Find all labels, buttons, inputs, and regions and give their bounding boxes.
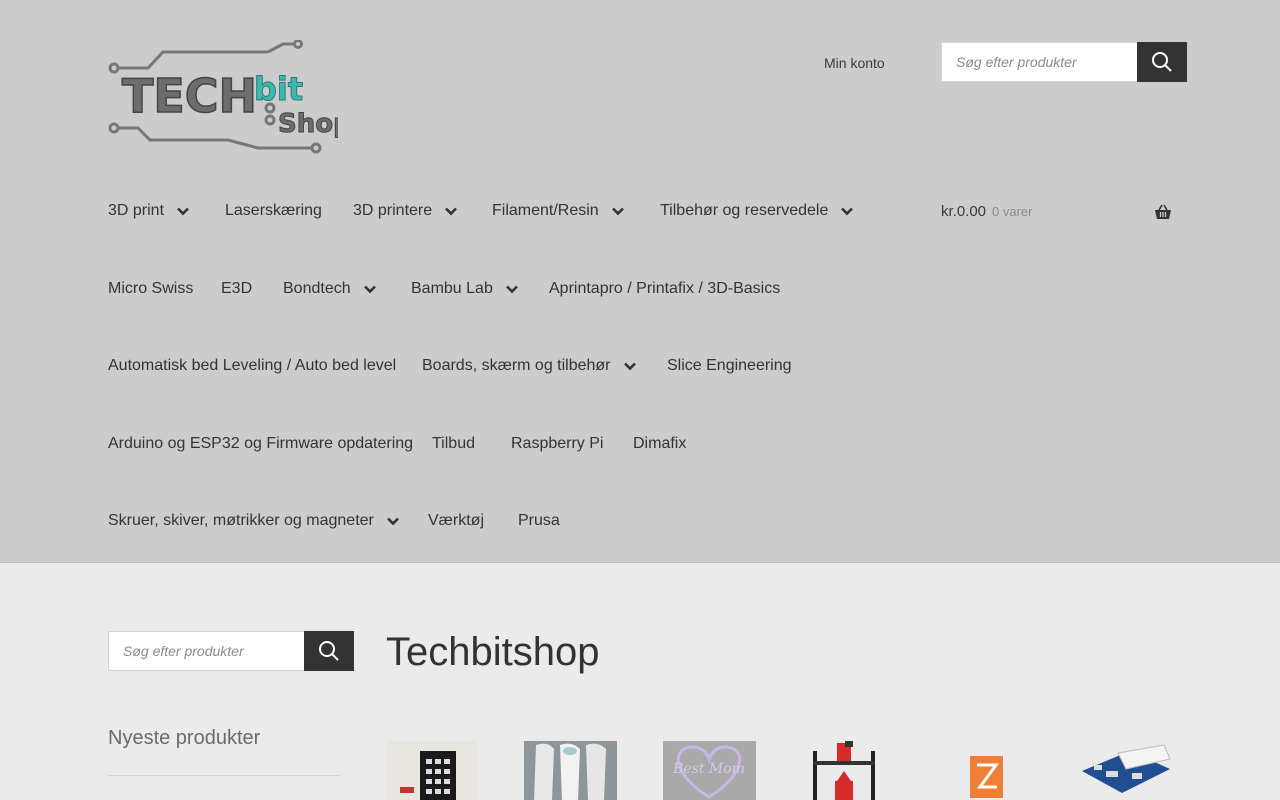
nav-item-micro-swiss[interactable]: Micro Swiss [108, 280, 193, 298]
sidebar-search-input[interactable]: Søg efter produkter [108, 631, 304, 671]
nav-item-slice-engineering[interactable]: Slice Engineering [667, 357, 792, 375]
chevron-down-icon [177, 207, 189, 215]
nav-label: Arduino og ESP32 og Firmware opdatering [108, 435, 414, 452]
nav-label: 3D print [108, 202, 165, 219]
nav-label: Aprintapro / Printafix / 3D-Basics [549, 280, 781, 297]
search-icon [1152, 52, 1172, 72]
nav-item-skruer[interactable]: Skruer, skiver, møtrikker og magneter [108, 512, 399, 530]
nav-label: Bondtech [283, 280, 351, 297]
nav-item-filament-resin[interactable]: Filament/Resin [492, 202, 624, 220]
nav-label: Automatisk bed Leveling / Auto bed level [108, 357, 397, 374]
sidebar-search-button[interactable] [304, 631, 354, 671]
nav-item-prusa[interactable]: Prusa [518, 512, 560, 530]
cart-amount: kr.0.00 [941, 203, 987, 220]
nav-label: Raspberry Pi [511, 435, 604, 452]
nav-item-3d-printere[interactable]: 3D printere [353, 202, 458, 220]
nav-item-aprintapro[interactable]: Aprintapro / Printafix / 3D-Basics [549, 280, 780, 298]
header-search-input[interactable]: Søg efter produkter [941, 42, 1137, 82]
nav-label: Slice Engineering [667, 357, 792, 374]
keypad-module-image[interactable] [386, 741, 478, 800]
chevron-down-icon [611, 207, 624, 215]
logo-text-sub: Shop [278, 109, 338, 139]
chevron-down-icon [386, 517, 399, 525]
cart-count: 0 varer [992, 204, 1033, 219]
chevron-down-icon [505, 285, 518, 293]
3d-printer-image[interactable] [801, 741, 894, 800]
nav-label: Tilbehør og reservedele [660, 202, 829, 219]
nav-label: Tilbud [432, 435, 475, 452]
white-vases-image[interactable] [524, 741, 617, 800]
nav-item-boards[interactable]: Boards, skærm og tilbehør [422, 357, 636, 375]
sidebar-search: Søg efter produkter [108, 631, 354, 671]
basket-icon [1155, 204, 1171, 219]
nav-label: 3D printere [353, 202, 433, 219]
chevron-down-icon [445, 207, 458, 215]
nav-label: Dimafix [633, 435, 687, 452]
nav-item-3d-print[interactable]: 3D print [108, 202, 189, 220]
page-title: Techbitshop [386, 630, 600, 674]
nav-item-tilbehoer[interactable]: Tilbehør og reservedele [660, 202, 854, 220]
divider [108, 775, 340, 776]
nav-item-dimafix[interactable]: Dimafix [633, 435, 686, 453]
chevron-down-icon [363, 285, 376, 293]
nav-item-arduino[interactable]: Arduino og ESP32 og Firmware opdatering [108, 435, 413, 453]
nav-item-bambu-lab[interactable]: Bambu Lab [411, 280, 518, 298]
header-search-button[interactable] [1137, 42, 1187, 82]
logo-text-main: TECH [122, 69, 257, 123]
mini-cart[interactable]: kr.0.00 0 varer [941, 203, 1172, 223]
nav-item-vaerktoej[interactable]: Værktøj [428, 512, 484, 530]
my-account-link[interactable]: Min konto [824, 55, 885, 71]
nav-label: Filament/Resin [492, 202, 599, 219]
nav-label: Micro Swiss [108, 280, 194, 297]
circuit-board-image[interactable] [1078, 741, 1172, 800]
nav-label: Prusa [518, 512, 560, 529]
nav-item-raspberry-pi[interactable]: Raspberry Pi [511, 435, 603, 453]
orange-logo-image[interactable] [940, 741, 1033, 800]
nav-label: Boards, skærm og tilbehør [422, 357, 611, 374]
nav-item-auto-bed-level[interactable]: Automatisk bed Leveling / Auto bed level [108, 357, 396, 375]
nav-item-laserskaering[interactable]: Laserskæring [225, 202, 322, 220]
header-search: Søg efter produkter [941, 42, 1187, 82]
site-logo[interactable]: TECH bit Shop [108, 39, 352, 155]
widget-title-newest-products: Nyeste produkter [108, 727, 261, 749]
search-icon [319, 641, 339, 661]
chevron-down-icon [623, 362, 636, 370]
nav-item-bondtech[interactable]: Bondtech [283, 280, 376, 298]
nav-label: Laserskæring [225, 202, 322, 219]
nav-label: Skruer, skiver, møtrikker og magneter [108, 512, 374, 529]
nav-label: Bambu Lab [411, 280, 493, 297]
nav-item-tilbud[interactable]: Tilbud [432, 435, 475, 453]
nav-label: E3D [221, 280, 253, 297]
nav-label: Værktøj [428, 512, 484, 529]
chevron-down-icon [841, 207, 854, 215]
site-header: TECH bit Shop Min konto Søg efter produk… [0, 0, 1280, 563]
best-mom-sign-image[interactable]: Best Mom [663, 741, 756, 800]
product-image-text: Best Mom [672, 761, 745, 777]
logo-text-accent: bit [254, 70, 303, 108]
nav-item-e3d[interactable]: E3D [221, 280, 252, 298]
